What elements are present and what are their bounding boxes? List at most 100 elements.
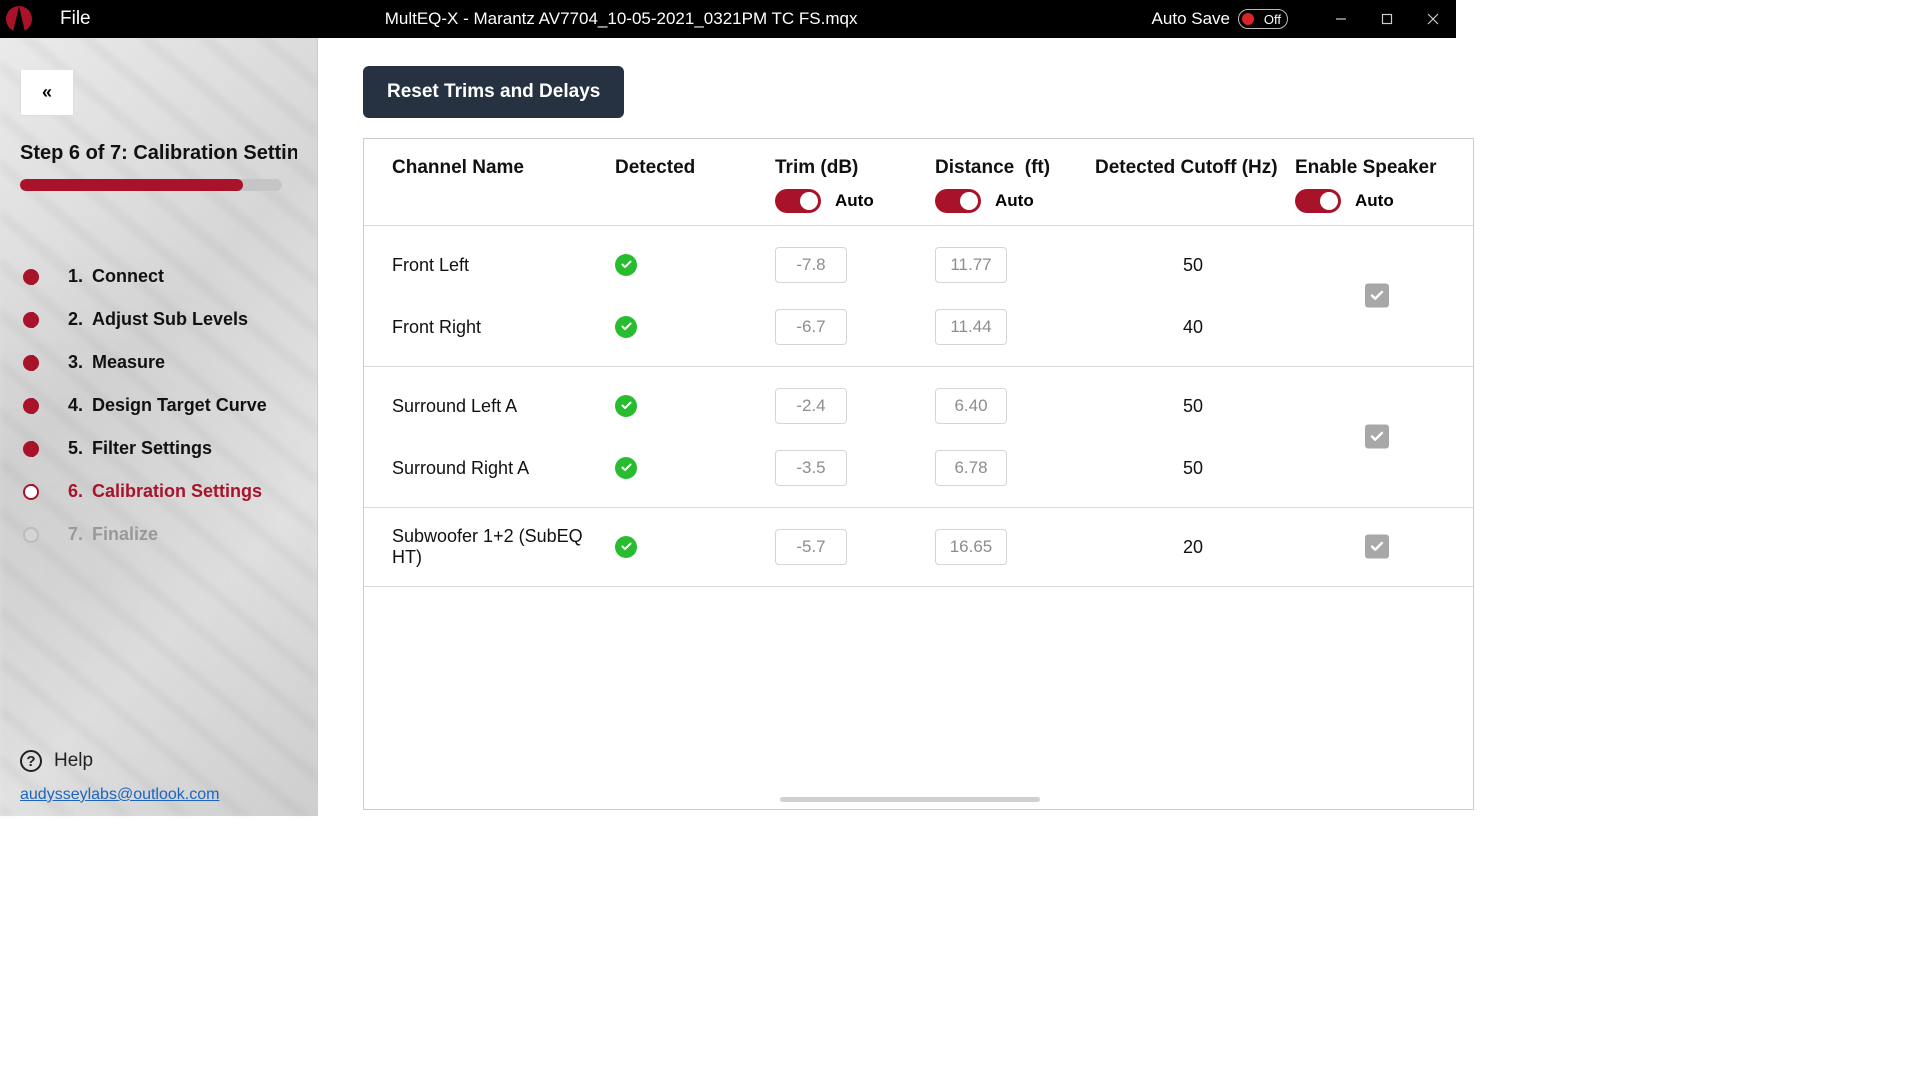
detected-cell [615,457,775,480]
detected-cell [615,316,775,339]
autosave-state: Off [1264,12,1281,27]
trim-input[interactable]: -5.7 [775,529,847,565]
detected-check-icon [615,457,637,479]
channel-name: Surround Right A [392,458,615,479]
header-detected: Detected [615,157,775,213]
distance-auto-toggle[interactable] [935,189,981,213]
step-label: Design Target Curve [92,395,267,416]
cutoff-value: 50 [1095,255,1295,276]
trim-auto-label: Auto [835,191,874,211]
step-design-target-curve[interactable]: 4. Design Target Curve [20,384,297,427]
window-maximize-button[interactable] [1364,0,1410,38]
detected-cell [615,536,775,559]
step-filter-settings[interactable]: 5. Filter Settings [20,427,297,470]
window-minimize-button[interactable] [1318,0,1364,38]
distance-cell: 11.44 [935,309,1095,345]
channel-group: Surround Left A-2.46.4050Surround Right … [364,367,1473,508]
table-row: Surround Right A -3.5 6.78 50 [392,437,1445,499]
sidebar: « Step 6 of 7: Calibration Settings 1. C… [0,38,318,816]
enable-checkbox-holder [1365,535,1389,560]
file-menu[interactable]: File [60,8,91,30]
trim-input[interactable]: -6.7 [775,309,847,345]
autosave-toggle[interactable]: Off [1238,9,1288,29]
enable-speaker-checkbox[interactable] [1365,425,1389,449]
enable-auto-label: Auto [1355,191,1394,211]
header-enable-speaker: Enable Speaker [1295,157,1445,179]
table-row: Front Right -6.7 11.44 40 [392,296,1445,358]
distance-cell: 6.40 [935,388,1095,424]
header-trim: Trim (dB) [775,157,935,179]
enable-checkbox-holder [1365,425,1389,450]
autosave-group: Auto Save Off [1152,9,1288,29]
channel-name: Front Left [392,255,615,276]
distance-input[interactable]: 11.77 [935,247,1007,283]
main-panel: Reset Trims and Delays Channel Name Dete… [318,38,1502,816]
step-list: 1. Connect 2. Adjust Sub Levels 3. Measu… [20,255,297,556]
table-row: Surround Left A-2.46.4050 [392,375,1445,437]
header-channel-name: Channel Name [392,157,615,213]
distance-input[interactable]: 16.65 [935,529,1007,565]
enable-speaker-checkbox[interactable] [1365,284,1389,308]
trim-cell: -5.7 [775,529,935,565]
reset-trims-delays-button[interactable]: Reset Trims and Delays [363,66,624,118]
step-label: Calibration Settings [92,481,262,502]
step-connect[interactable]: 1. Connect [20,255,297,298]
help-icon: ? [20,750,42,772]
step-measure[interactable]: 3. Measure [20,341,297,384]
distance-input[interactable]: 6.78 [935,450,1007,486]
calibration-table: Channel Name Detected Trim (dB) Auto Dis… [363,138,1474,810]
table-header-row: Channel Name Detected Trim (dB) Auto Dis… [364,139,1473,226]
detected-check-icon [615,254,637,276]
trim-cell: -7.8 [775,247,935,283]
table-row: Subwoofer 1+2 (SubEQ HT) -5.7 16.65 20 [392,516,1445,578]
autosave-label: Auto Save [1152,9,1230,29]
step-header: Step 6 of 7: Calibration Settings [20,142,297,165]
step-label: Filter Settings [92,438,212,459]
cutoff-value: 50 [1095,458,1295,479]
enable-checkbox-holder [1365,284,1389,309]
help-button[interactable]: ? Help [20,750,297,772]
detected-cell [615,395,775,418]
distance-cell: 11.77 [935,247,1095,283]
channel-name: Subwoofer 1+2 (SubEQ HT) [392,526,615,568]
enable-speaker-checkbox[interactable] [1365,535,1389,559]
detected-check-icon [615,395,637,417]
titlebar: File MultEQ-X - Marantz AV7704_10-05-202… [0,0,1456,38]
table-row: Front Left -7.8 11.77 50 [392,234,1445,296]
detected-check-icon [615,536,637,558]
detected-check-icon [615,316,637,338]
channel-group: Subwoofer 1+2 (SubEQ HT) -5.7 16.65 20 [364,508,1473,587]
trim-input[interactable]: -7.8 [775,247,847,283]
step-label: Measure [92,352,165,373]
cutoff-value: 20 [1095,537,1295,558]
progress-fill [20,179,243,191]
step-finalize[interactable]: 7. Finalize [20,513,297,556]
distance-input[interactable]: 11.44 [935,309,1007,345]
trim-input[interactable]: -3.5 [775,450,847,486]
trim-auto-toggle[interactable] [775,189,821,213]
enable-auto-toggle[interactable] [1295,189,1341,213]
support-email-link[interactable]: audysseylabs@outlook.com [20,786,297,804]
step-label: Finalize [92,524,158,545]
window-close-button[interactable] [1410,0,1456,38]
distance-cell: 6.78 [935,450,1095,486]
collapse-sidebar-button[interactable]: « [20,70,74,116]
step-calibration-settings[interactable]: 6. Calibration Settings [20,470,297,513]
trim-cell: -3.5 [775,450,935,486]
horizontal-scrollbar[interactable] [780,797,1040,802]
help-label: Help [54,750,93,772]
cutoff-value: 50 [1095,396,1295,417]
step-adjust-sub-levels[interactable]: 2. Adjust Sub Levels [20,298,297,341]
app-logo-icon [6,6,32,32]
channel-name: Front Right [392,317,615,338]
trim-cell: -6.7 [775,309,935,345]
cutoff-value: 40 [1095,317,1295,338]
header-detected-cutoff: Detected Cutoff (Hz) [1095,157,1295,213]
step-label: Adjust Sub Levels [92,309,248,330]
distance-cell: 16.65 [935,529,1095,565]
distance-input[interactable]: 6.40 [935,388,1007,424]
detected-cell [615,254,775,277]
step-label: Connect [92,266,164,287]
trim-input[interactable]: -2.4 [775,388,847,424]
chevron-left-double-icon: « [42,82,52,103]
